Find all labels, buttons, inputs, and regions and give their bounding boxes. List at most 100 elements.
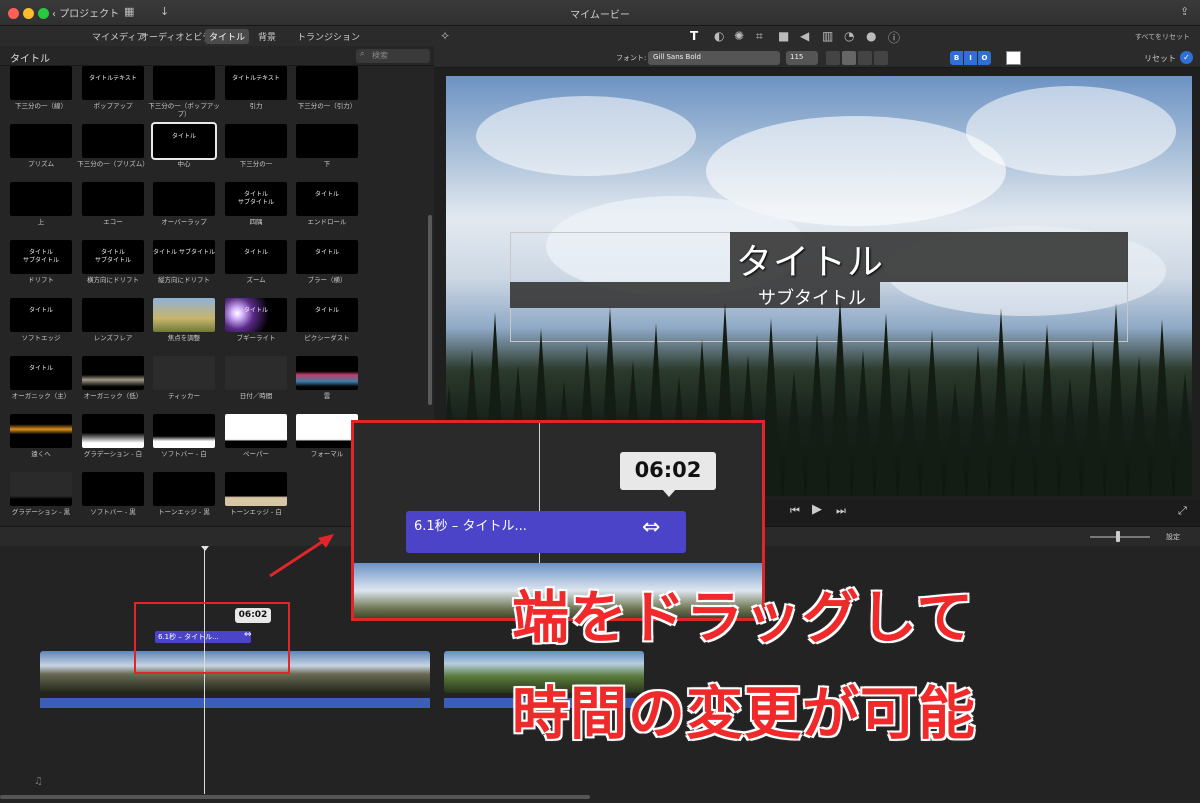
text-icon[interactable]: T	[690, 29, 698, 43]
reset-all-button[interactable]: すべてをリセット	[1135, 32, 1190, 42]
thumbnail-text: タイトル	[28, 307, 53, 314]
search-input[interactable]: ⌕ 検索	[356, 49, 430, 63]
title-thumbnail[interactable]	[153, 472, 215, 506]
title-thumbnail[interactable]: タイトル	[151, 122, 217, 160]
skip-back-icon[interactable]: ⏮	[790, 504, 800, 518]
timeline-zoom-knob[interactable]	[1116, 531, 1120, 542]
align-left-button[interactable]	[826, 51, 840, 65]
text-color-swatch[interactable]	[1006, 51, 1021, 65]
color-balance-icon[interactable]: ◐	[714, 29, 724, 43]
title-thumbnail[interactable]	[153, 182, 215, 216]
title-thumbnail[interactable]	[10, 182, 72, 216]
thumbnail-caption: ペーパー	[243, 450, 269, 458]
timeline-zoom-slider[interactable]	[1090, 536, 1150, 538]
title-thumbnail[interactable]: タイトル	[296, 240, 358, 274]
title-thumbnail[interactable]: タイトル	[10, 298, 72, 332]
thumbnail-caption: ソフトバー - 黒	[90, 508, 136, 516]
title-thumbnail[interactable]: タイトルテキスト	[225, 66, 287, 100]
title-thumbnail[interactable]: タイトル	[10, 356, 72, 390]
title-thumbnail[interactable]	[296, 66, 358, 100]
title-thumbnail[interactable]: タイトル サブタイトル	[82, 240, 144, 274]
outline-button[interactable]: O	[978, 51, 991, 65]
title-thumbnail[interactable]	[10, 66, 72, 100]
title-thumbnail[interactable]	[296, 356, 358, 390]
title-thumbnail[interactable]	[82, 472, 144, 506]
speed-icon[interactable]: ◔	[844, 29, 854, 43]
title-thumbnail[interactable]: タイトル サブタイトル	[10, 240, 72, 274]
bold-button[interactable]: B	[950, 51, 963, 65]
share-icon[interactable]: ⇪	[1180, 5, 1189, 18]
thumbnail-text: タイトル	[314, 249, 339, 256]
tree	[921, 329, 943, 496]
viewer-title-text[interactable]: タイトル	[736, 233, 884, 285]
thumbnail-caption: ズーム	[246, 276, 266, 284]
title-thumbnail[interactable]: タイトル	[225, 240, 287, 274]
align-right-button[interactable]	[858, 51, 872, 65]
highlight-box	[134, 602, 290, 674]
info-icon[interactable]: ⓘ	[888, 29, 900, 46]
tree	[1059, 377, 1081, 496]
volume-icon[interactable]: ◀	[800, 29, 809, 43]
tooltip-pointer	[662, 489, 676, 497]
title-thumbnail[interactable]: タイトル	[296, 298, 358, 332]
thumbnail-text: タイトル	[28, 365, 53, 372]
tree	[990, 308, 1012, 496]
stabilize-icon[interactable]: ■	[778, 29, 789, 43]
tree	[783, 371, 805, 496]
align-center-button[interactable]	[842, 51, 856, 65]
timeline-scrollbar[interactable]	[0, 795, 590, 799]
title-thumbnail[interactable]	[82, 414, 144, 448]
title-thumbnail[interactable]	[153, 298, 215, 332]
magic-wand-icon[interactable]: ✧	[440, 29, 450, 43]
thumbnail-caption: 日付／時間	[239, 392, 273, 400]
title-thumbnail[interactable]: タイトルテキスト	[82, 66, 144, 100]
justify-button[interactable]	[874, 51, 888, 65]
title-thumbnail[interactable]	[153, 356, 215, 390]
title-thumbnail[interactable]	[10, 472, 72, 506]
title-thumbnail[interactable]	[82, 182, 144, 216]
crop-icon[interactable]: ⌗	[756, 29, 763, 44]
viewer-toolbar: ✧ T ◐ ✺ ⌗ ■ ◀ ▥ ◔ ● ⓘ すべてをリセット	[434, 26, 1200, 48]
reset-button[interactable]: リセット	[1144, 53, 1176, 64]
title-thumbnail[interactable]	[225, 472, 287, 506]
noise-reduction-icon[interactable]: ▥	[822, 29, 833, 43]
title-thumbnail[interactable]	[82, 298, 144, 332]
italic-button[interactable]: I	[964, 51, 977, 65]
tab-backgrounds[interactable]: 背景	[254, 29, 280, 44]
skip-forward-icon[interactable]: ⏭	[836, 504, 846, 518]
title-thumbnail[interactable]	[225, 356, 287, 390]
thumbnail-caption: 雲	[323, 392, 331, 400]
title-thumbnail[interactable]: タイトル	[296, 182, 358, 216]
font-select[interactable]: Gill Sans Bold	[648, 51, 780, 65]
tab-titles[interactable]: タイトル	[205, 29, 250, 44]
tree	[806, 334, 828, 496]
title-thumbnail[interactable]	[225, 414, 287, 448]
cloud	[966, 86, 1176, 176]
library-scrollbar[interactable]	[428, 215, 432, 405]
thumbnail-caption: ソフトエッジ	[21, 334, 61, 342]
title-thumbnail[interactable]	[153, 66, 215, 100]
thumbnail-text: タイトル	[243, 249, 268, 256]
title-thumbnail[interactable]	[225, 124, 287, 158]
title-thumbnail[interactable]	[82, 124, 144, 158]
filter-icon[interactable]: ●	[866, 29, 876, 43]
title-thumbnail[interactable]	[296, 414, 358, 448]
play-icon[interactable]: ▶	[812, 502, 822, 517]
title-thumbnail[interactable]: タイトル サブタイトル	[225, 182, 287, 216]
tab-transitions[interactable]: トランジション	[293, 29, 364, 44]
title-thumbnail[interactable]: タイトル サブタイトル	[153, 240, 215, 274]
settings-button[interactable]: 設定	[1166, 532, 1180, 542]
font-size-select[interactable]: 115	[786, 51, 818, 65]
color-palette-icon[interactable]: ✺	[734, 29, 744, 43]
apply-check-button[interactable]: ✓	[1180, 51, 1193, 64]
title-thumbnail[interactable]	[296, 124, 358, 158]
title-thumbnail[interactable]: タイトル	[225, 298, 287, 332]
playhead-handle[interactable]	[201, 546, 209, 551]
fullscreen-icon[interactable]: ⤢	[1178, 504, 1187, 518]
thumbnail-text: タイトル	[171, 133, 196, 140]
title-thumbnail[interactable]	[10, 414, 72, 448]
title-thumbnail[interactable]	[82, 356, 144, 390]
title-thumbnail[interactable]	[10, 124, 72, 158]
title-bar: ‹ プロジェクト ▦ ↓ マイムービー ⇪	[0, 0, 1200, 26]
title-thumbnail[interactable]	[153, 414, 215, 448]
